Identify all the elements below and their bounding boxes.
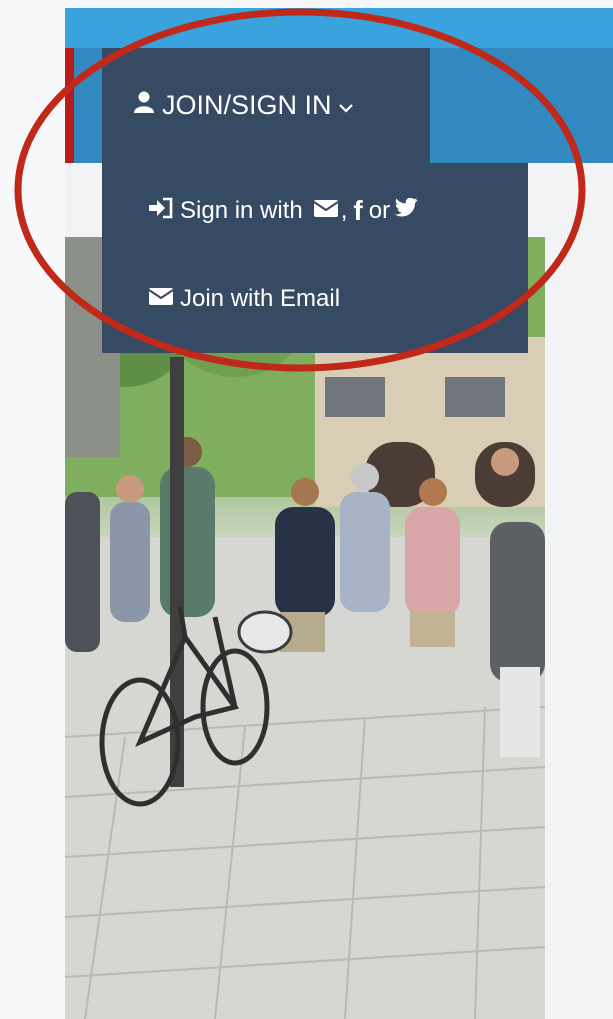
top-strip [65,8,613,48]
twitter-icon [394,197,419,225]
sign-in-menu-item[interactable]: Sign in with , f or [148,195,425,227]
sign-in-label: Sign in with [180,197,303,224]
sign-in-separator: , [340,197,348,224]
join-sign-in-label: JOIN/SIGN IN [162,90,332,120]
street-photo [65,237,545,1019]
user-icon [132,90,156,121]
sign-in-icon [148,197,174,226]
chevron-down-icon [338,90,354,121]
envelope-icon [148,285,174,313]
join-with-email-label: Join with Email [180,285,341,312]
sign-in-or-text: or [368,197,391,224]
street-scene-image [65,237,545,1019]
join-with-email-menu-item[interactable]: Join with Email [148,285,340,313]
join-sign-in-dropdown: Sign in with , f or Join with Email [102,163,528,353]
red-accent-edge [65,48,74,163]
facebook-icon: f [353,195,363,226]
join-sign-in-menu-toggle[interactable]: JOIN/SIGN IN [102,48,430,163]
envelope-icon [313,197,339,225]
